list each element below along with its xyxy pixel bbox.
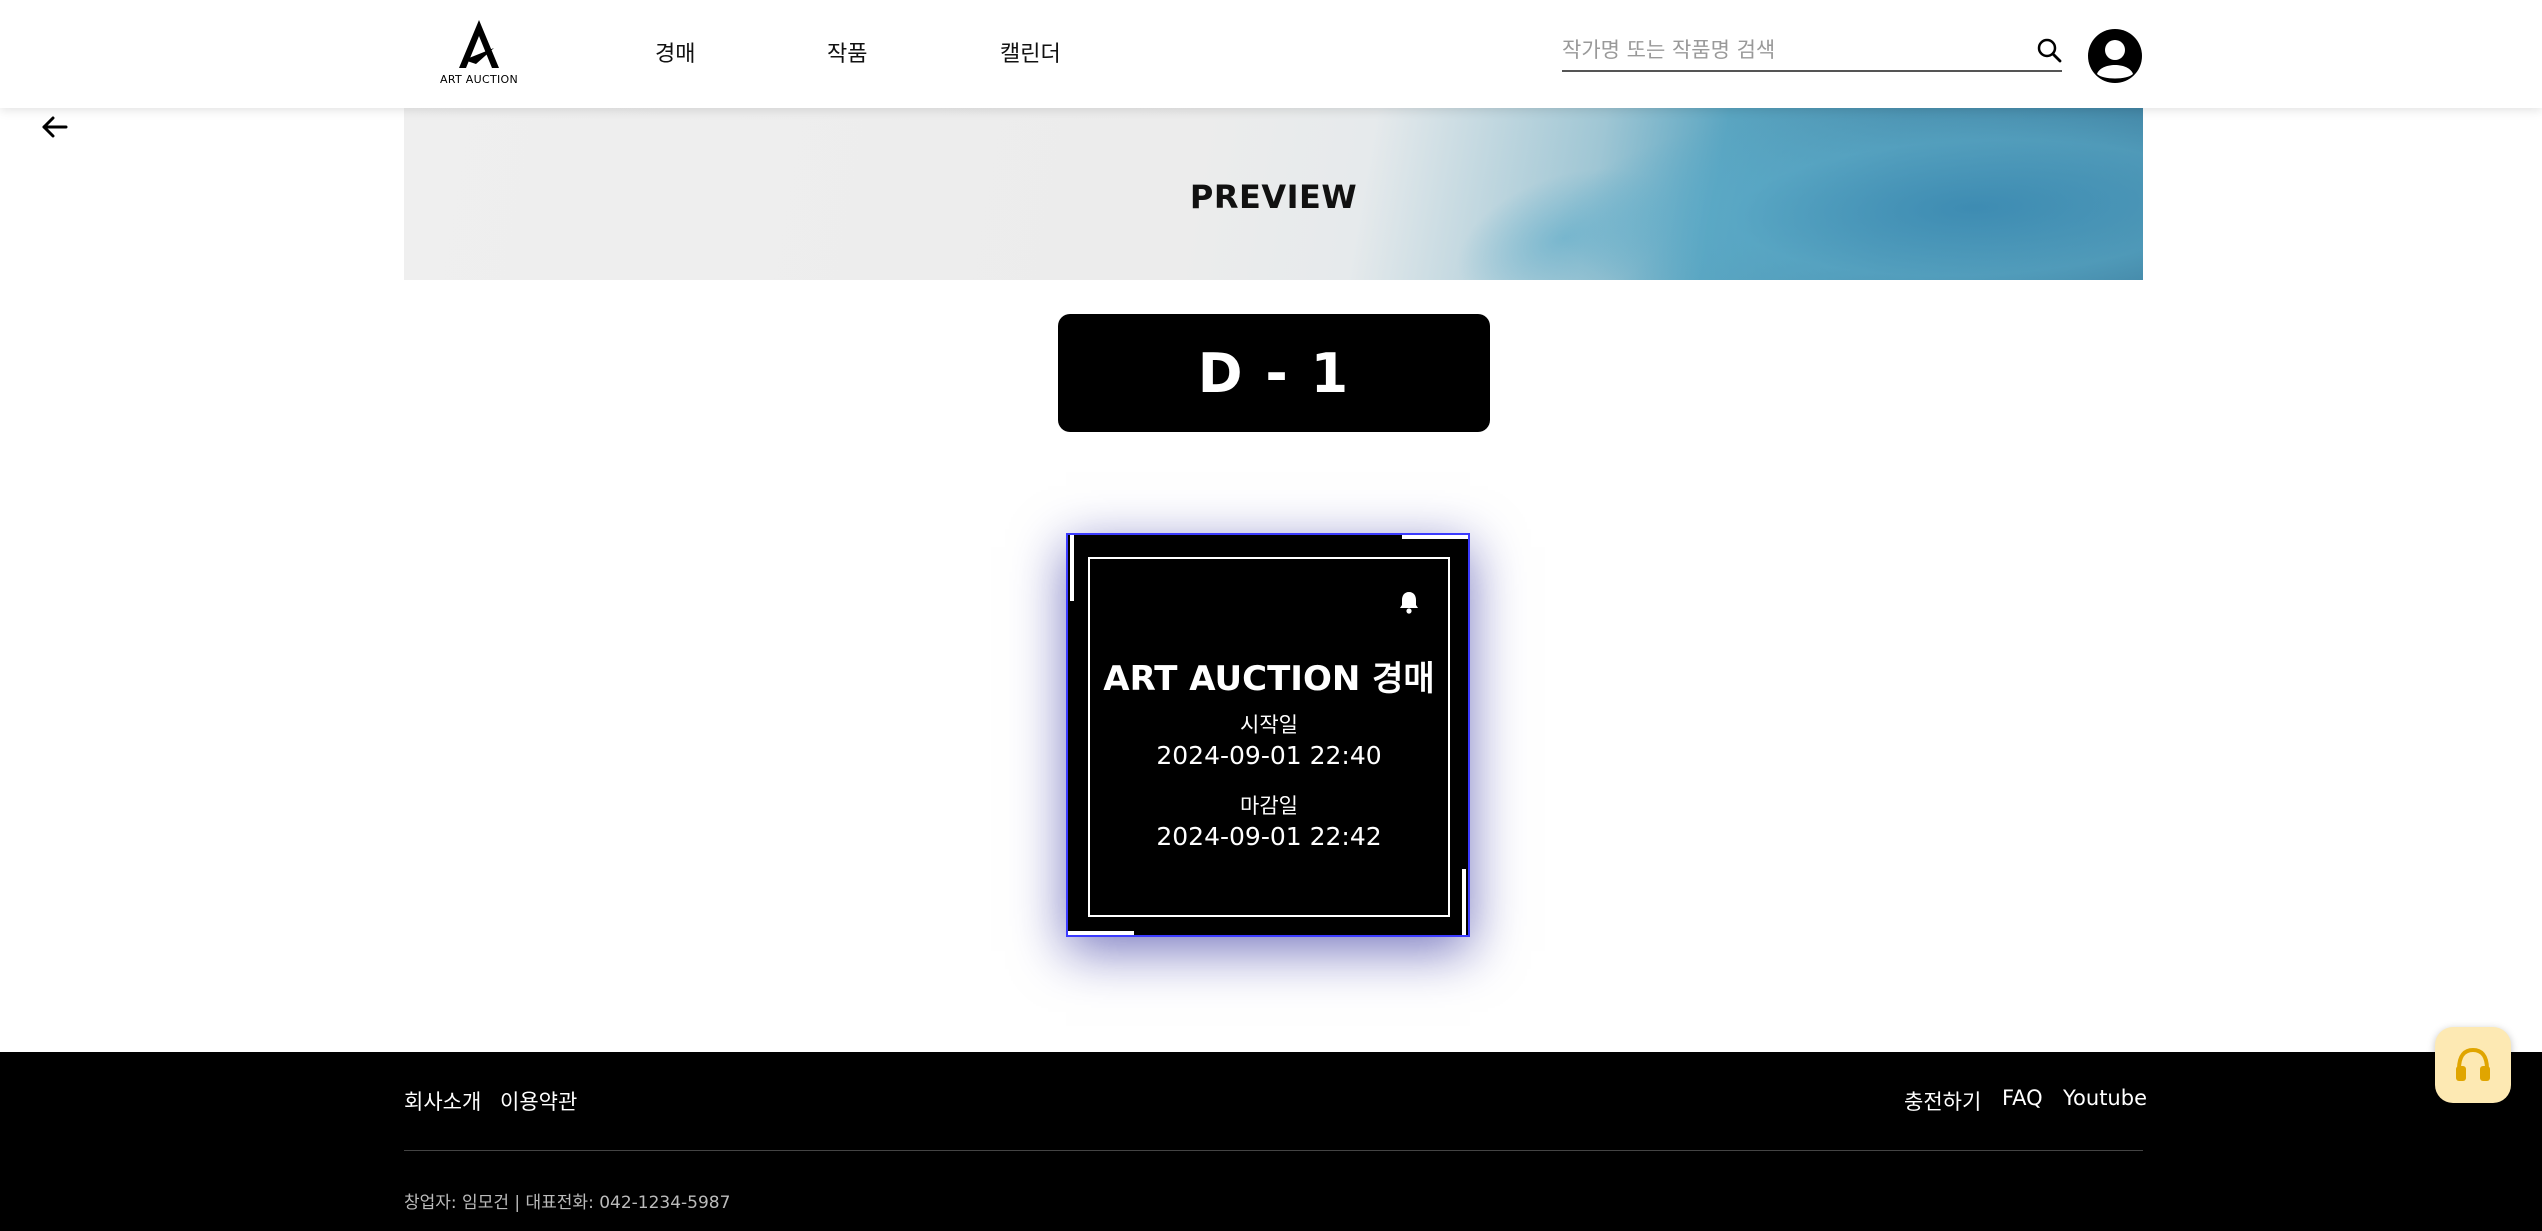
search-icon[interactable] — [2036, 37, 2062, 63]
nav-auction[interactable]: 경매 — [655, 36, 695, 68]
logo-icon — [459, 20, 499, 68]
corner-accent — [1068, 931, 1134, 935]
logo[interactable]: ART AUCTION — [440, 18, 518, 88]
logo-text: ART AUCTION — [440, 73, 518, 86]
footer: 회사소개 이용약관 충전하기 FAQ Youtube 창업자: 임모건 | 대표… — [0, 1052, 2542, 1231]
search-bar — [1562, 32, 2062, 72]
footer-link-about[interactable]: 회사소개 — [404, 1086, 481, 1116]
preview-banner: PREVIEW — [404, 108, 2143, 280]
end-date: 2024-09-01 22:42 — [1156, 822, 1382, 851]
nav-calendar[interactable]: 캘린더 — [1000, 36, 1061, 68]
back-arrow-icon[interactable] — [38, 110, 72, 144]
countdown-badge: D - 1 — [1058, 314, 1490, 432]
banner-title: PREVIEW — [1189, 178, 1358, 216]
bell-icon[interactable] — [1396, 589, 1422, 615]
footer-divider — [404, 1150, 2143, 1151]
auction-card[interactable]: ART AUCTION 경매 시작일 2024-09-01 22:40 마감일 … — [1066, 533, 1470, 937]
card-frame: ART AUCTION 경매 시작일 2024-09-01 22:40 마감일 … — [1088, 557, 1450, 917]
footer-link-youtube[interactable]: Youtube — [2063, 1086, 2147, 1110]
footer-link-terms[interactable]: 이용약관 — [500, 1086, 577, 1116]
footer-link-charge[interactable]: 충전하기 — [1904, 1086, 1981, 1116]
search-input[interactable] — [1562, 32, 2012, 68]
corner-accent — [1402, 535, 1468, 539]
footer-link-faq[interactable]: FAQ — [2002, 1086, 2043, 1110]
start-date: 2024-09-01 22:40 — [1156, 741, 1382, 770]
start-label: 시작일 — [1240, 713, 1298, 737]
corner-accent — [1070, 535, 1074, 601]
end-label: 마감일 — [1240, 794, 1298, 818]
headset-icon — [2456, 1047, 2490, 1081]
corner-accent — [1462, 869, 1466, 935]
nav-artworks[interactable]: 작품 — [827, 36, 867, 68]
header: ART AUCTION 경매 작품 캘린더 — [0, 0, 2542, 108]
footer-company-info: 창업자: 임모건 | 대표전화: 042-1234-5987 — [404, 1193, 731, 1213]
support-button[interactable] — [2435, 1027, 2511, 1103]
auction-title: ART AUCTION 경매 — [1103, 659, 1435, 699]
user-icon[interactable] — [2087, 28, 2143, 84]
